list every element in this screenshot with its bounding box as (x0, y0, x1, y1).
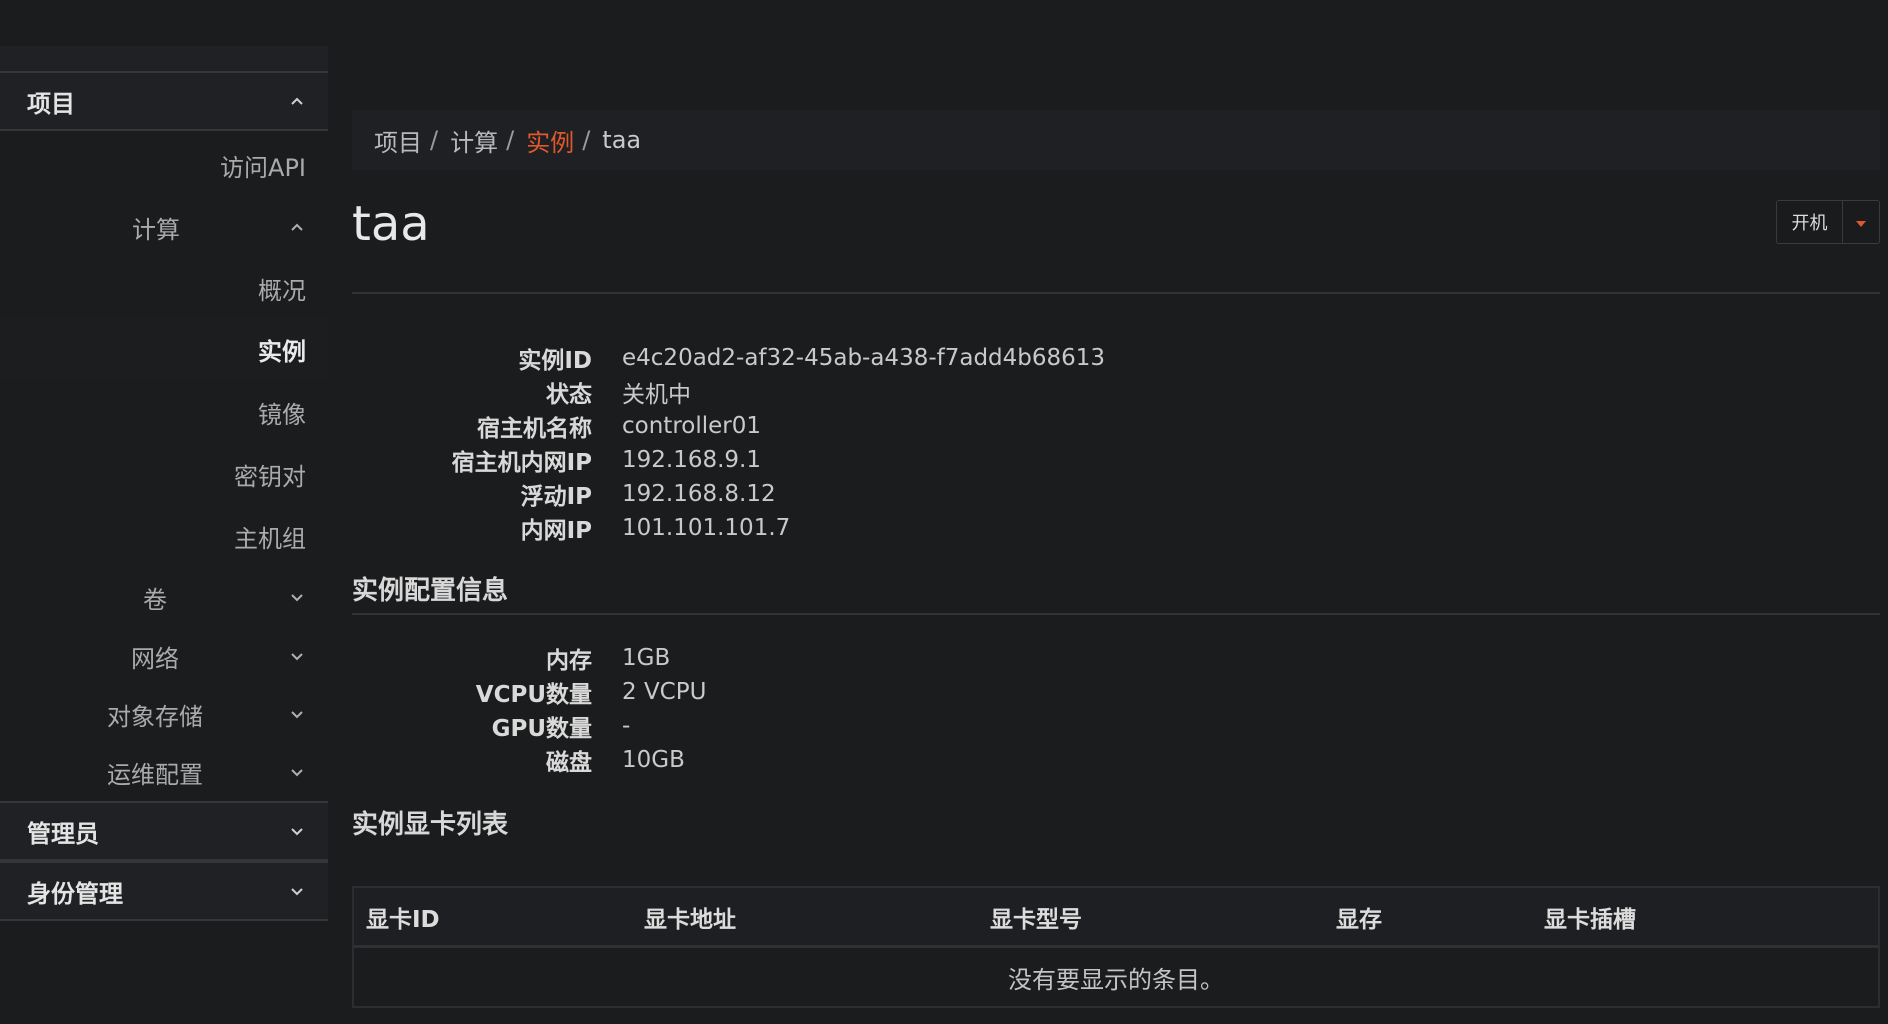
field-value: e4c20ad2-af32-45ab-a438-f7add4b68613 (622, 345, 1106, 371)
chevron-up-icon (288, 218, 306, 236)
overview-row-host-ip: 宿主机内网IP 192.168.9.1 (352, 443, 1252, 477)
sidebar-item-label: 密钥对 (234, 462, 306, 491)
sidebar-group-volumes[interactable]: 卷 (0, 566, 328, 628)
table-header: 显卡ID 显卡地址 显卡型号 显存 显卡插槽 (354, 888, 1878, 948)
config-row-vcpu: VCPU数量 2 VCPU (352, 675, 1252, 709)
sidebar-group-label: 运维配置 (107, 760, 203, 789)
page-title: taa (352, 196, 430, 252)
instance-action-split-button: 开机 (1776, 200, 1880, 244)
field-label: 宿主机名称 (477, 416, 592, 442)
sidebar-section-label: 项目 (27, 89, 75, 118)
field-value: 192.168.8.12 (622, 481, 776, 507)
field-value: controller01 (622, 413, 761, 439)
sidebar-item-label: 主机组 (234, 524, 306, 553)
column-header-gpu-memory[interactable]: 显存 (1336, 900, 1382, 934)
sidebar-group-label: 计算 (132, 215, 180, 244)
sidebar-group-ops-config[interactable]: 运维配置 (0, 741, 328, 803)
field-value: 192.168.9.1 (622, 447, 761, 473)
sidebar-item-server-groups[interactable]: 主机组 (0, 505, 328, 567)
field-label: 宿主机内网IP (451, 450, 592, 476)
field-label: 内网IP (520, 518, 592, 544)
column-header-gpu-slot[interactable]: 显卡插槽 (1544, 900, 1636, 934)
chevron-down-icon (288, 763, 306, 781)
sidebar-item-label: 实例 (258, 337, 306, 366)
breadcrumb-item-current: taa (602, 126, 642, 154)
breadcrumb-separator: / (582, 126, 591, 154)
sidebar-section-admin[interactable]: 管理员 (0, 801, 328, 861)
overview-row-host-name: 宿主机名称 controller01 (352, 409, 1252, 443)
breadcrumb-item-project[interactable]: 项目 (374, 123, 422, 158)
sidebar-group-compute[interactable]: 计算 (0, 196, 328, 258)
overview-list: 实例ID e4c20ad2-af32-45ab-a438-f7add4b6861… (352, 341, 1252, 545)
field-value: - (622, 713, 631, 739)
sidebar-top-bar (0, 46, 328, 73)
sidebar-group-label: 对象存储 (107, 702, 203, 731)
sidebar-item-images[interactable]: 镜像 (0, 381, 328, 443)
config-row-memory: 内存 1GB (352, 641, 1252, 675)
breadcrumb-item-compute[interactable]: 计算 (450, 123, 498, 158)
sidebar: 项目 访问API 计算 概况 实例 镜像 密钥对 主机组 卷 网络 对象存储 运… (0, 0, 328, 1024)
column-header-gpu-address[interactable]: 显卡地址 (644, 900, 736, 934)
chevron-down-icon (288, 588, 306, 606)
chevron-down-icon (288, 822, 306, 840)
breadcrumb-separator: / (506, 126, 515, 154)
caret-down-icon (1855, 213, 1867, 232)
gpu-table: 显卡ID 显卡地址 显卡型号 显存 显卡插槽 没有要显示的条目。 (352, 886, 1880, 1008)
sidebar-item-label: 镜像 (258, 400, 306, 429)
config-row-gpu: GPU数量 - (352, 709, 1252, 743)
start-instance-button[interactable]: 开机 (1777, 201, 1843, 243)
chevron-up-icon (288, 92, 306, 110)
sidebar-item-overview[interactable]: 概况 (0, 257, 328, 319)
sidebar-section-project[interactable]: 项目 (0, 71, 328, 131)
column-header-gpu-model[interactable]: 显卡型号 (990, 900, 1082, 934)
field-value: 关机中 (622, 382, 691, 408)
field-label: GPU数量 (491, 716, 592, 742)
overview-row-status: 状态 关机中 (352, 375, 1252, 409)
table-empty-message: 没有要显示的条目。 (1008, 965, 1224, 994)
chevron-down-icon (288, 882, 306, 900)
config-list: 内存 1GB VCPU数量 2 VCPU GPU数量 - 磁盘 10GB (352, 641, 1252, 777)
field-label: 磁盘 (546, 750, 592, 776)
sidebar-group-object-storage[interactable]: 对象存储 (0, 683, 328, 745)
sidebar-section-label: 管理员 (27, 819, 99, 848)
config-row-disk: 磁盘 10GB (352, 743, 1252, 777)
breadcrumb-separator: / (430, 126, 439, 154)
sidebar-section-label: 身份管理 (27, 879, 123, 908)
breadcrumb: 项目 / 计算 / 实例 / taa (352, 110, 1880, 170)
action-dropdown-toggle[interactable] (1843, 201, 1879, 243)
field-label: VCPU数量 (475, 682, 592, 708)
gpu-section-title: 实例显卡列表 (352, 810, 509, 840)
chevron-down-icon (288, 647, 306, 665)
sidebar-item-keypairs[interactable]: 密钥对 (0, 443, 328, 505)
field-value: 101.101.101.7 (622, 515, 791, 541)
sidebar-group-network[interactable]: 网络 (0, 625, 328, 687)
sidebar-item-access-api[interactable]: 访问API (0, 134, 328, 196)
sidebar-item-label: 概况 (258, 276, 306, 305)
overview-row-instance-id: 实例ID e4c20ad2-af32-45ab-a438-f7add4b6861… (352, 341, 1252, 375)
main-content: 项目 / 计算 / 实例 / taa taa 开机 实例ID e4c20ad2-… (352, 0, 1880, 1024)
field-label: 实例ID (518, 348, 592, 374)
divider (352, 292, 1880, 294)
sidebar-item-label: 访问API (220, 153, 306, 182)
field-value: 2 VCPU (622, 679, 707, 705)
sidebar-section-identity[interactable]: 身份管理 (0, 861, 328, 921)
column-header-gpu-id[interactable]: 显卡ID (366, 900, 440, 934)
field-label: 浮动IP (520, 484, 592, 510)
field-label: 状态 (546, 382, 592, 408)
overview-row-floating-ip: 浮动IP 192.168.8.12 (352, 477, 1252, 511)
sidebar-group-label: 网络 (131, 644, 179, 673)
breadcrumb-item-instances[interactable]: 实例 (526, 123, 574, 158)
config-section-title: 实例配置信息 (352, 576, 509, 606)
field-label: 内存 (546, 648, 592, 674)
field-value: 1GB (622, 645, 671, 671)
field-value: 10GB (622, 747, 685, 773)
divider (352, 613, 1880, 615)
overview-row-private-ip: 内网IP 101.101.101.7 (352, 511, 1252, 545)
sidebar-group-label: 卷 (143, 585, 167, 614)
chevron-down-icon (288, 705, 306, 723)
sidebar-item-instances[interactable]: 实例 (0, 318, 328, 380)
